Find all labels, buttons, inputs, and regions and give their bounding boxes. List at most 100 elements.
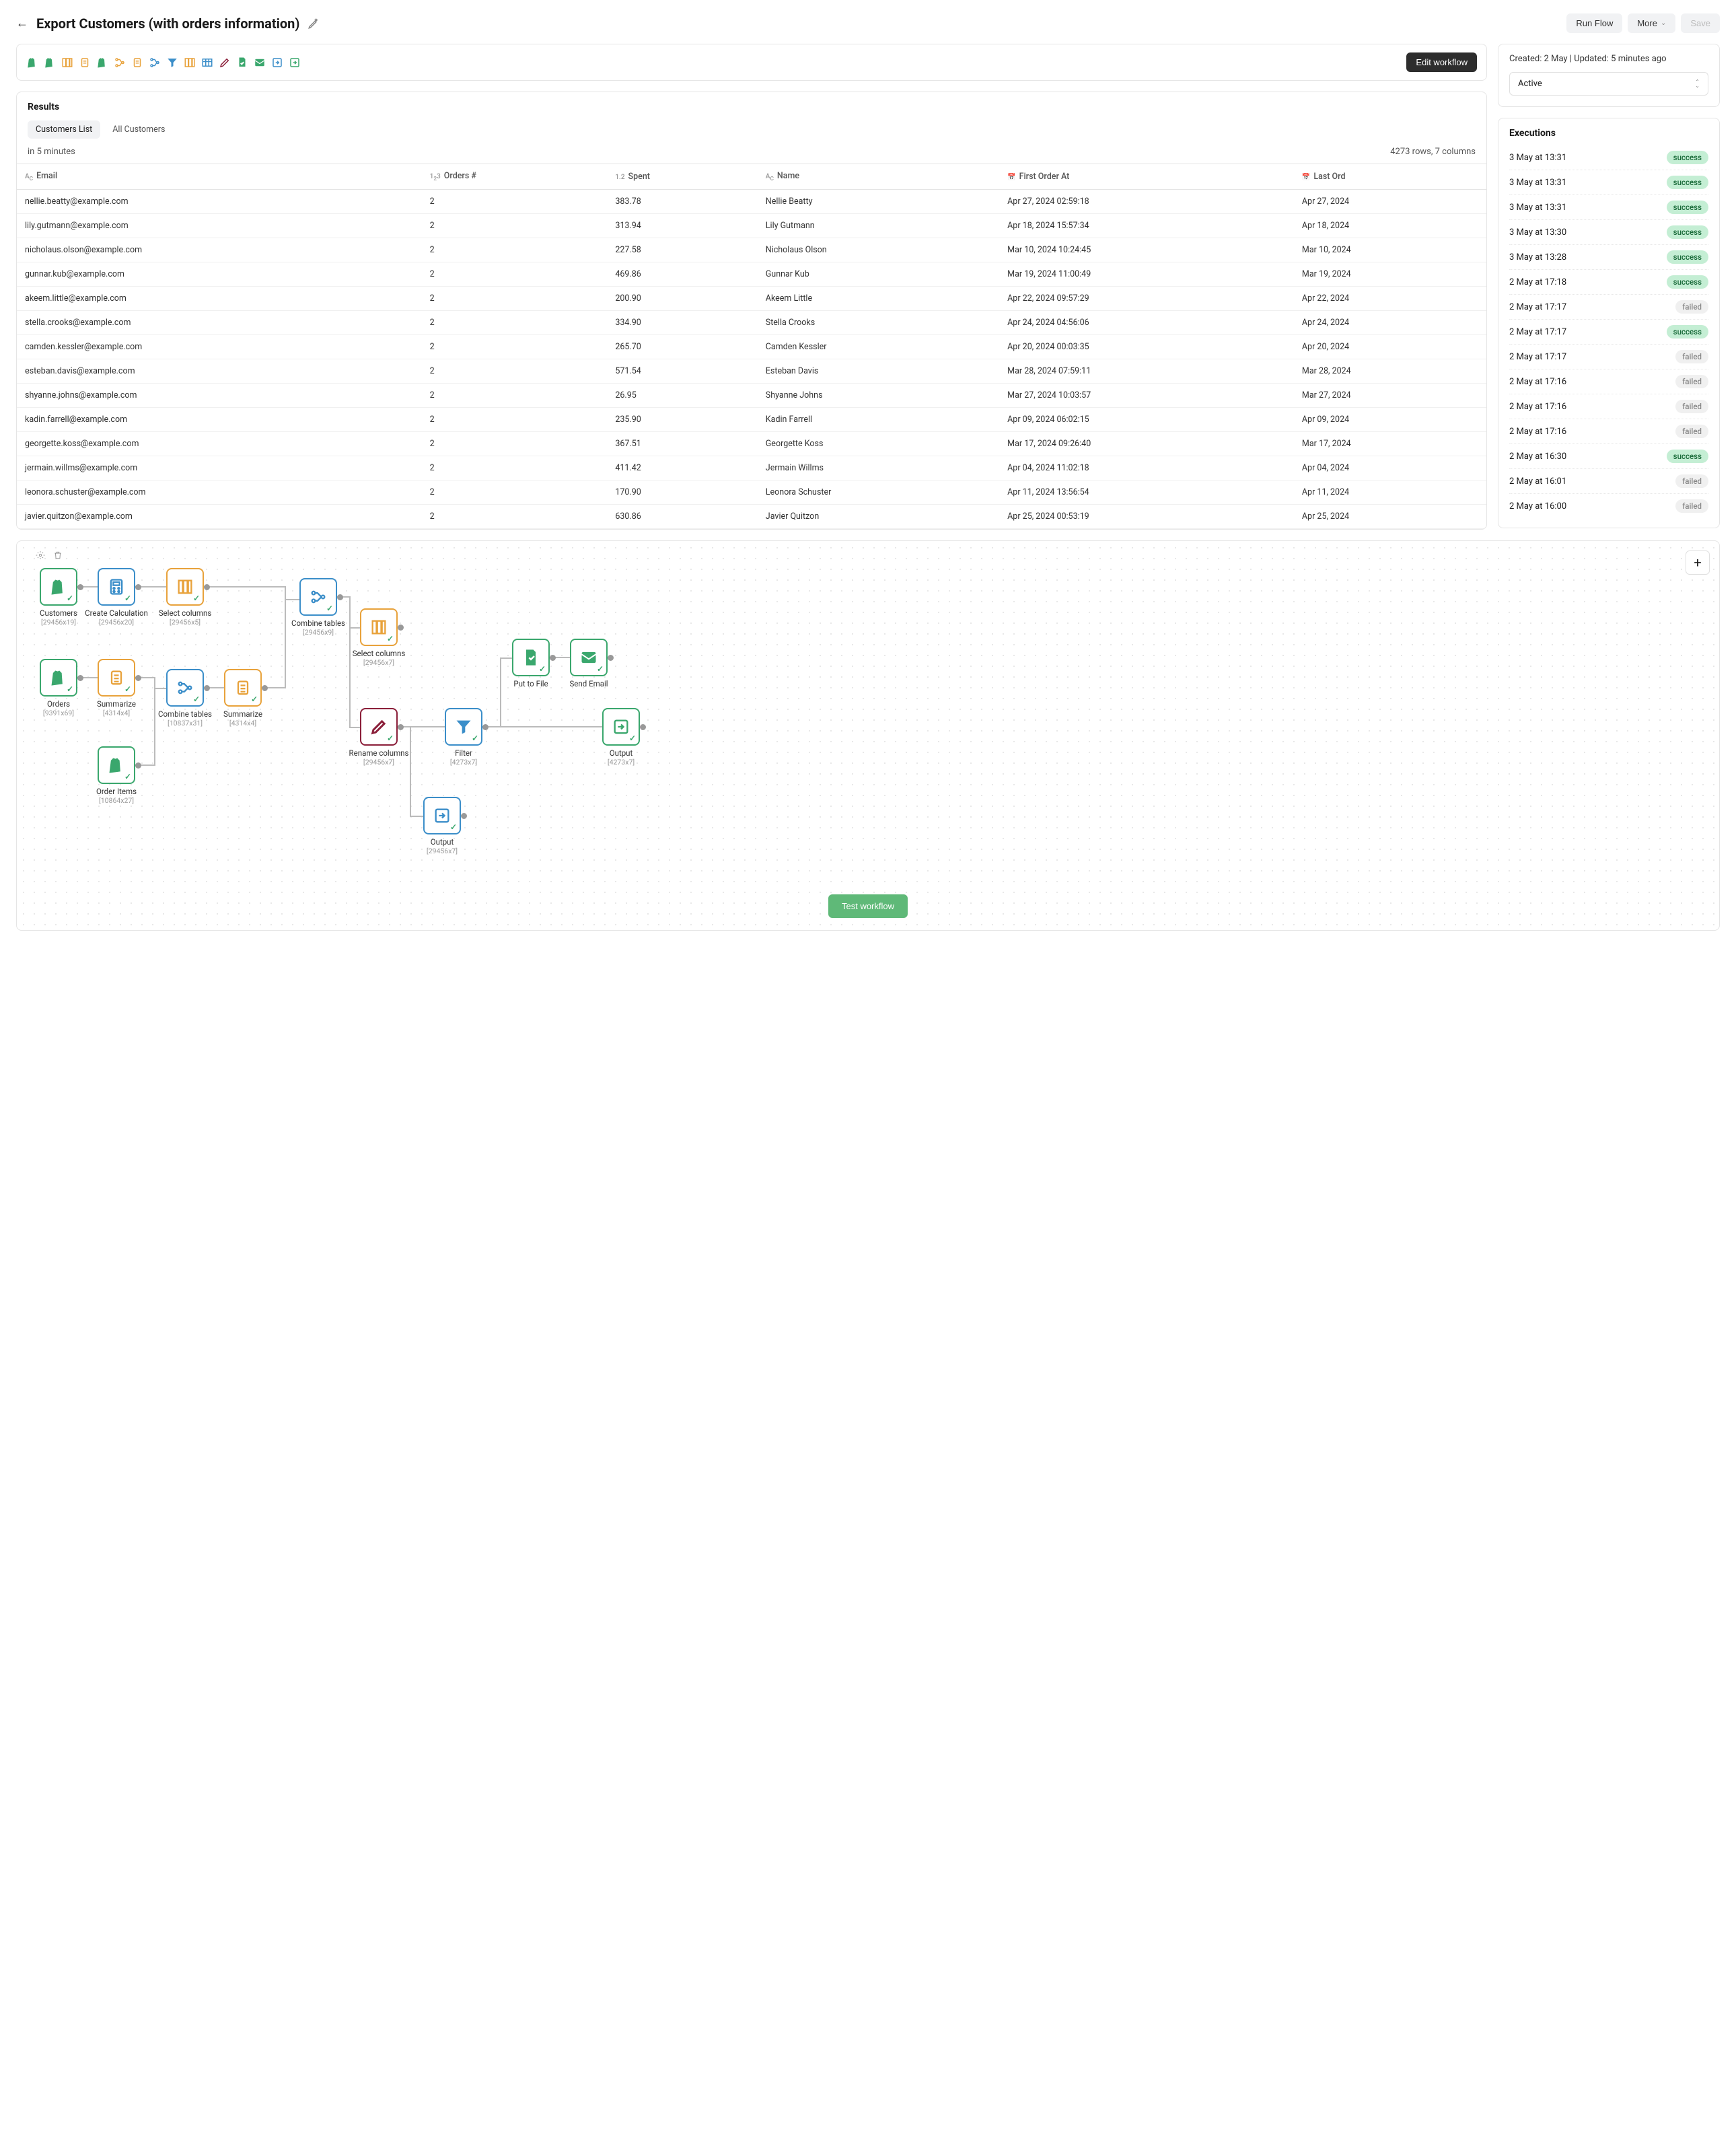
col-spent[interactable]: 1.2Spent	[607, 164, 757, 190]
col-last-order[interactable]: 📅Last Ord	[1294, 164, 1486, 190]
node-send_email[interactable]: ✓	[570, 639, 608, 676]
node-select1[interactable]: ✓	[166, 568, 204, 606]
execution-row[interactable]: 2 May at 17:17success	[1509, 320, 1708, 345]
node-create_calc[interactable]: ✓	[98, 568, 135, 606]
execution-row[interactable]: 3 May at 13:28success	[1509, 245, 1708, 270]
filter-icon[interactable]	[166, 57, 178, 69]
col-name[interactable]: ACName	[758, 164, 999, 190]
table-row[interactable]: jermain.willms@example.com2411.42Jermain…	[17, 456, 1486, 480]
col-orders[interactable]: 123Orders #	[422, 164, 608, 190]
status-badge: success	[1667, 275, 1708, 289]
status-badge: success	[1667, 176, 1708, 189]
shopify-icon[interactable]	[96, 57, 108, 69]
execution-row[interactable]: 2 May at 17:16failed	[1509, 369, 1708, 394]
file-export-icon[interactable]	[236, 57, 248, 69]
status-badge: success	[1667, 250, 1708, 264]
tab-customers-list[interactable]: Customers List	[28, 120, 100, 139]
table-row[interactable]: leonora.schuster@example.com2170.90Leono…	[17, 480, 1486, 505]
clipboard-icon[interactable]	[131, 57, 143, 69]
execution-row[interactable]: 2 May at 16:01failed	[1509, 469, 1708, 494]
table-row[interactable]: gunnar.kub@example.com2469.86Gunnar KubM…	[17, 262, 1486, 287]
status-badge: failed	[1675, 375, 1708, 388]
table-row[interactable]: nellie.beatty@example.com2383.78Nellie B…	[17, 190, 1486, 214]
node-select2[interactable]: ✓	[360, 608, 398, 646]
check-icon: ✓	[597, 664, 604, 674]
node-rename[interactable]: ✓	[360, 708, 398, 746]
status-select[interactable]: Active ⌃⌄	[1509, 72, 1708, 96]
run-flow-button[interactable]: Run Flow	[1566, 13, 1622, 33]
trash-icon[interactable]	[53, 550, 63, 560]
execution-row[interactable]: 2 May at 16:30success	[1509, 444, 1708, 469]
execution-row[interactable]: 3 May at 13:30success	[1509, 220, 1708, 245]
node-label: Summarize[4314x4]	[203, 709, 283, 727]
col-first-order[interactable]: 📅First Order At	[999, 164, 1294, 190]
status-badge: success	[1667, 201, 1708, 214]
node-output1[interactable]: ✓	[602, 708, 640, 746]
node-summarize2[interactable]: ✓	[224, 669, 262, 707]
edit-workflow-button[interactable]: Edit workflow	[1406, 52, 1477, 72]
table-row[interactable]: georgette.koss@example.com2367.51Georget…	[17, 432, 1486, 456]
check-icon: ✓	[193, 695, 200, 704]
node-output2[interactable]: ✓	[423, 797, 461, 834]
status-badge: success	[1667, 151, 1708, 164]
output-icon[interactable]	[289, 57, 301, 69]
check-icon: ✓	[193, 594, 200, 603]
clipboard-icon[interactable]	[79, 57, 91, 69]
node-combine1[interactable]: ✓	[299, 578, 337, 616]
node-label: Select columns[29456x5]	[145, 608, 225, 627]
table-icon[interactable]	[201, 57, 213, 69]
email-icon[interactable]	[254, 57, 266, 69]
node-orders[interactable]: ✓	[40, 659, 77, 697]
col-email[interactable]: ACEmail	[17, 164, 422, 190]
table-row[interactable]: akeem.little@example.com2200.90Akeem Lit…	[17, 287, 1486, 311]
merge-icon[interactable]	[149, 57, 161, 69]
execution-row[interactable]: 3 May at 13:31success	[1509, 145, 1708, 170]
execution-row[interactable]: 2 May at 17:18success	[1509, 270, 1708, 295]
table-row[interactable]: camden.kessler@example.com2265.70Camden …	[17, 335, 1486, 359]
status-badge: failed	[1675, 425, 1708, 438]
output-icon[interactable]	[271, 57, 283, 69]
execution-row[interactable]: 2 May at 17:16failed	[1509, 394, 1708, 419]
merge-icon[interactable]	[114, 57, 126, 69]
columns-icon[interactable]	[184, 57, 196, 69]
add-node-button[interactable]: +	[1686, 550, 1710, 575]
table-row[interactable]: javier.quitzon@example.com2630.86Javier …	[17, 505, 1486, 529]
execution-row[interactable]: 3 May at 13:31success	[1509, 170, 1708, 195]
shopify-icon[interactable]	[44, 57, 56, 69]
edit-icon[interactable]	[219, 57, 231, 69]
check-icon: ✓	[472, 734, 478, 743]
table-row[interactable]: esteban.davis@example.com2571.54Esteban …	[17, 359, 1486, 384]
node-put_file[interactable]: ✓	[512, 639, 550, 676]
execution-row[interactable]: 3 May at 13:31success	[1509, 195, 1708, 220]
gear-icon[interactable]	[36, 550, 45, 560]
table-row[interactable]: kadin.farrell@example.com2235.90Kadin Fa…	[17, 408, 1486, 432]
execution-row[interactable]: 2 May at 17:16failed	[1509, 419, 1708, 444]
more-button[interactable]: More⌄	[1628, 13, 1675, 33]
node-customers[interactable]: ✓	[40, 568, 77, 606]
edit-title-icon[interactable]	[308, 17, 320, 30]
test-workflow-button[interactable]: Test workflow	[828, 894, 908, 918]
results-table: ACEmail 123Orders # 1.2Spent ACName 📅Fir…	[17, 164, 1486, 529]
table-row[interactable]: lily.gutmann@example.com2313.94Lily Gutm…	[17, 214, 1486, 238]
node-combine2[interactable]: ✓	[166, 669, 204, 707]
workflow-canvas[interactable]: + Test workflow ✓Customers[29456x19]✓Cre…	[16, 540, 1720, 931]
check-icon: ✓	[124, 684, 131, 694]
execution-row[interactable]: 2 May at 16:00failed	[1509, 494, 1708, 518]
execution-row[interactable]: 2 May at 17:17failed	[1509, 295, 1708, 320]
node-label: Order Items[10864x27]	[76, 787, 157, 805]
table-row[interactable]: nicholaus.olson@example.com2227.58Nichol…	[17, 238, 1486, 262]
check-icon: ✓	[387, 734, 394, 743]
back-arrow-icon[interactable]: ←	[16, 16, 28, 30]
node-order_items[interactable]: ✓	[98, 746, 135, 784]
status-badge: success	[1667, 325, 1708, 339]
table-row[interactable]: shyanne.johns@example.com226.95Shyanne J…	[17, 384, 1486, 408]
shopify-icon[interactable]	[26, 57, 38, 69]
updown-icon: ⌃⌄	[1695, 80, 1700, 88]
node-summarize1[interactable]: ✓	[98, 659, 135, 697]
tab-all-customers[interactable]: All Customers	[104, 120, 173, 139]
status-badge: failed	[1675, 499, 1708, 513]
node-filter[interactable]: ✓	[445, 708, 482, 746]
columns-icon[interactable]	[61, 57, 73, 69]
execution-row[interactable]: 2 May at 17:17failed	[1509, 345, 1708, 369]
table-row[interactable]: stella.crooks@example.com2334.90Stella C…	[17, 311, 1486, 335]
